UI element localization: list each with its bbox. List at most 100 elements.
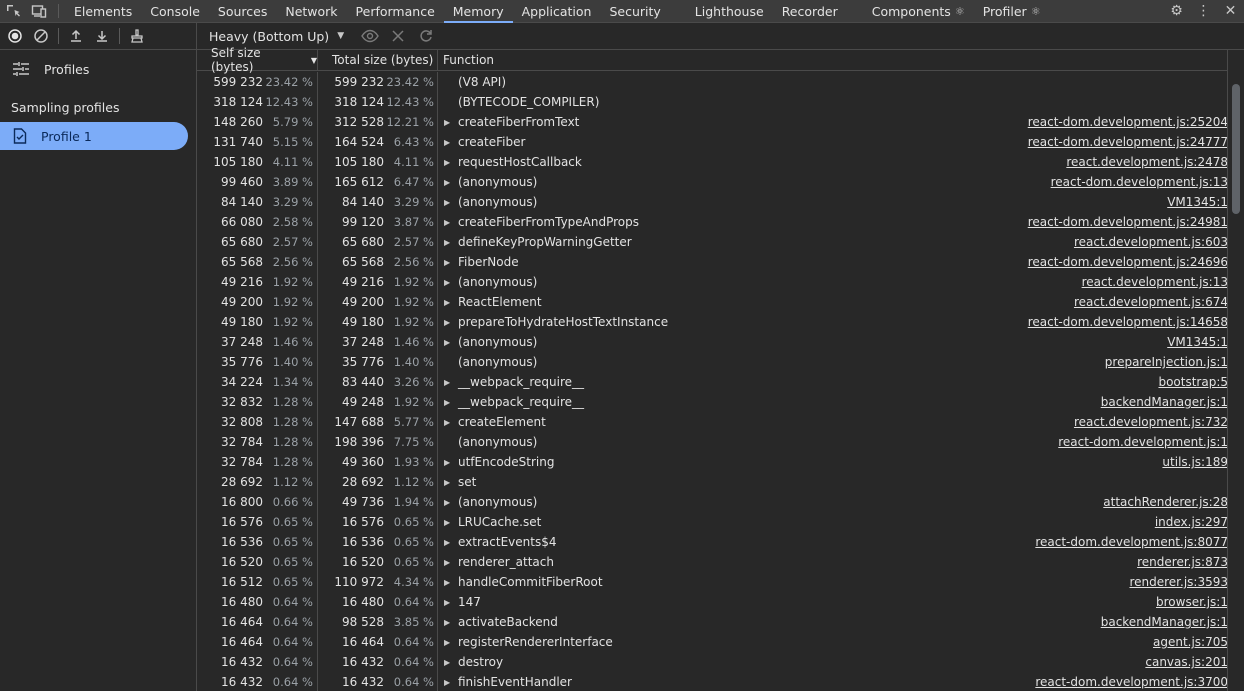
profiles-header[interactable]: Profiles [0, 50, 196, 88]
device-toolbar-icon[interactable] [26, 0, 52, 22]
expand-triangle-icon[interactable]: ▶ [444, 378, 458, 387]
tab-console[interactable]: Console [141, 0, 209, 22]
focus-eye-icon[interactable] [356, 29, 384, 43]
source-link[interactable]: VM1345:1 [1167, 195, 1228, 209]
source-link[interactable]: canvas.js:201 [1145, 655, 1228, 669]
table-row[interactable]: 32 784 1.28 % 49 360 1.93 % ▶ utfEncodeString… [197, 452, 1228, 472]
view-mode-select[interactable]: Heavy (Bottom Up) ▼ [209, 29, 344, 44]
expand-triangle-icon[interactable]: ▶ [444, 498, 458, 507]
source-link[interactable]: VM1345:1 [1167, 335, 1228, 349]
table-row[interactable]: 131 740 5.15 % 164 524 6.43 % ▶ createFiber re… [197, 132, 1228, 152]
table-row[interactable]: 16 800 0.66 % 49 736 1.94 % ▶ (anonymous) atta… [197, 492, 1228, 512]
table-row[interactable]: 66 080 2.58 % 99 120 3.87 % ▶ createFiberFrom… [197, 212, 1228, 232]
table-row[interactable]: 65 680 2.57 % 65 680 2.57 % ▶ defineKeyPropWa… [197, 232, 1228, 252]
tab-recorder[interactable]: Recorder [773, 0, 847, 22]
expand-triangle-icon[interactable]: ▶ [444, 298, 458, 307]
expand-triangle-icon[interactable]: ▶ [444, 578, 458, 587]
table-row[interactable]: 49 216 1.92 % 49 216 1.92 % ▶ (anonymous) reac… [197, 272, 1228, 292]
source-link[interactable]: agent.js:705 [1153, 635, 1228, 649]
scrollbar-thumb[interactable] [1232, 84, 1240, 214]
table-row[interactable]: 318 124 12.43 % 318 124 12.43 % (BYTECODE_CO… [197, 92, 1228, 112]
source-link[interactable]: bootstrap:5 [1158, 375, 1228, 389]
column-header-function[interactable]: Function [438, 50, 1228, 70]
source-link[interactable]: react-dom.development.js:24777 [1028, 135, 1228, 149]
expand-triangle-icon[interactable]: ▶ [444, 118, 458, 127]
collect-garbage-icon[interactable] [124, 23, 150, 49]
expand-triangle-icon[interactable]: ▶ [444, 658, 458, 667]
tab-sources[interactable]: Sources [209, 0, 276, 22]
table-row[interactable]: 16 464 0.64 % 98 528 3.85 % ▶ activateBackend… [197, 612, 1228, 632]
table-row[interactable]: 16 432 0.64 % 16 432 0.64 % ▶ finishEventHand… [197, 672, 1228, 691]
source-link[interactable]: backendManager.js:1 [1101, 615, 1228, 629]
expand-triangle-icon[interactable]: ▶ [444, 198, 458, 207]
source-link[interactable]: utils.js:189 [1162, 455, 1228, 469]
expand-triangle-icon[interactable]: ▶ [444, 458, 458, 467]
expand-triangle-icon[interactable]: ▶ [444, 638, 458, 647]
download-icon[interactable] [89, 23, 115, 49]
tab-profiler[interactable]: Profiler ⚛ [974, 0, 1050, 22]
exclude-x-icon[interactable] [384, 30, 412, 42]
source-link[interactable]: react-dom.development.js:25204 [1028, 115, 1228, 129]
table-row[interactable]: 16 464 0.64 % 16 464 0.64 % ▶ registerRendere… [197, 632, 1228, 652]
table-row[interactable]: 32 808 1.28 % 147 688 5.77 % ▶ createElement r… [197, 412, 1228, 432]
expand-triangle-icon[interactable]: ▶ [444, 158, 458, 167]
column-header-total-size[interactable]: Total size (bytes) [318, 50, 438, 70]
source-link[interactable]: react.development.js:2478 [1066, 155, 1228, 169]
table-row[interactable]: 35 776 1.40 % 35 776 1.40 % (anonymous) prepa… [197, 352, 1228, 372]
table-row[interactable]: 49 200 1.92 % 49 200 1.92 % ▶ ReactElement rea… [197, 292, 1228, 312]
sidebar-item-profile-1[interactable]: Profile 1 [0, 122, 188, 150]
table-row[interactable]: 16 512 0.65 % 110 972 4.34 % ▶ handleCommitFi… [197, 572, 1228, 592]
expand-triangle-icon[interactable]: ▶ [444, 338, 458, 347]
source-link[interactable]: react.development.js:13 [1082, 275, 1228, 289]
table-row[interactable]: 34 224 1.34 % 83 440 3.26 % ▶ __webpack_requi… [197, 372, 1228, 392]
expand-triangle-icon[interactable]: ▶ [444, 178, 458, 187]
table-row[interactable]: 37 248 1.46 % 37 248 1.46 % ▶ (anonymous) VM13… [197, 332, 1228, 352]
table-row[interactable]: 105 180 4.11 % 105 180 4.11 % ▶ requestHostCa… [197, 152, 1228, 172]
table-row[interactable]: 16 536 0.65 % 16 536 0.65 % ▶ extractEvents$4… [197, 532, 1228, 552]
source-link[interactable]: react-dom.development.js:24981 [1028, 215, 1228, 229]
tab-performance[interactable]: Performance [347, 0, 444, 22]
column-header-self-size[interactable]: Self size (bytes) ▼ [197, 46, 318, 74]
expand-triangle-icon[interactable]: ▶ [444, 318, 458, 327]
table-row[interactable]: 28 692 1.12 % 28 692 1.12 % ▶ set [197, 472, 1228, 492]
expand-triangle-icon[interactable]: ▶ [444, 598, 458, 607]
expand-triangle-icon[interactable]: ▶ [444, 538, 458, 547]
table-row[interactable]: 16 520 0.65 % 16 520 0.65 % ▶ renderer_attach… [197, 552, 1228, 572]
source-link[interactable]: browser.js:1 [1156, 595, 1228, 609]
table-row[interactable]: 65 568 2.56 % 65 568 2.56 % ▶ FiberNode react-… [197, 252, 1228, 272]
upload-icon[interactable] [63, 23, 89, 49]
tab-memory[interactable]: Memory [443, 0, 513, 23]
source-link[interactable]: react-dom.development.js:8077 [1035, 535, 1228, 549]
expand-triangle-icon[interactable]: ▶ [444, 238, 458, 247]
table-row[interactable]: 599 232 23.42 % 599 232 23.42 % (V8 API) [197, 72, 1228, 92]
expand-triangle-icon[interactable]: ▶ [444, 278, 458, 287]
source-link[interactable]: prepareInjection.js:1 [1105, 355, 1228, 369]
tab-lighthouse[interactable]: Lighthouse [686, 0, 773, 22]
table-row[interactable]: 32 832 1.28 % 49 248 1.92 % ▶ __webpack_requi… [197, 392, 1228, 412]
expand-triangle-icon[interactable]: ▶ [444, 478, 458, 487]
expand-triangle-icon[interactable]: ▶ [444, 618, 458, 627]
table-row[interactable]: 84 140 3.29 % 84 140 3.29 % ▶ (anonymous) VM13… [197, 192, 1228, 212]
source-link[interactable]: react-dom.development.js:24696 [1028, 255, 1228, 269]
table-row[interactable]: 49 180 1.92 % 49 180 1.92 % ▶ prepareToHydrat… [197, 312, 1228, 332]
source-link[interactable]: react-dom.development.js:14658 [1028, 315, 1228, 329]
settings-gear-icon[interactable]: ⚙ [1163, 0, 1190, 22]
source-link[interactable]: renderer.js:873 [1137, 555, 1228, 569]
table-row[interactable]: 99 460 3.89 % 165 612 6.47 % ▶ (anonymous) rea… [197, 172, 1228, 192]
source-link[interactable]: react-dom.development.js:13 [1051, 175, 1228, 189]
tab-security[interactable]: Security [600, 0, 669, 22]
source-link[interactable]: attachRenderer.js:28 [1103, 495, 1228, 509]
clear-icon[interactable] [28, 23, 54, 49]
table-row[interactable]: 148 260 5.79 % 312 528 12.21 % ▶ createFiberF… [197, 112, 1228, 132]
table-row[interactable]: 16 576 0.65 % 16 576 0.65 % ▶ LRUCache.set ind… [197, 512, 1228, 532]
source-link[interactable]: react.development.js:603 [1074, 235, 1228, 249]
table-row[interactable]: 16 432 0.64 % 16 432 0.64 % ▶ destroy canvas.j… [197, 652, 1228, 672]
source-link[interactable]: index.js:297 [1155, 515, 1228, 529]
tab-elements[interactable]: Elements [65, 0, 141, 22]
expand-triangle-icon[interactable]: ▶ [444, 518, 458, 527]
tab-application[interactable]: Application [513, 0, 601, 22]
more-options-icon[interactable]: ⋮ [1190, 0, 1217, 22]
source-link[interactable]: react.development.js:732 [1074, 415, 1228, 429]
vertical-scrollbar[interactable] [1227, 50, 1244, 691]
expand-triangle-icon[interactable]: ▶ [444, 258, 458, 267]
